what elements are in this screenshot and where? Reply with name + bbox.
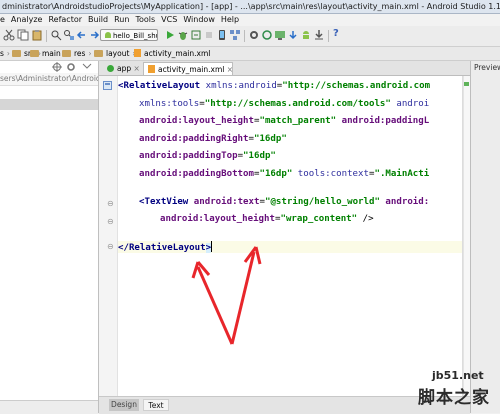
editor-bottom-bar: Design Text <box>99 396 470 414</box>
breadcrumb-item[interactable]: s › <box>0 47 10 60</box>
breadcrumb-item-res[interactable]: res › <box>62 47 91 60</box>
sdk-manager-icon[interactable] <box>287 29 299 41</box>
download-icon[interactable] <box>313 29 325 41</box>
run-configuration-label: hello_Bill_shuai <box>113 32 157 40</box>
xml-file-icon <box>148 65 155 73</box>
fold-marker-icon[interactable]: ⊖ <box>107 217 114 226</box>
run-icon[interactable] <box>164 29 176 41</box>
toolbar: hello_Bill_shuai ? <box>0 26 500 47</box>
preview-tab[interactable]: Preview <box>474 63 500 72</box>
toolbar-separator <box>328 30 329 42</box>
collapse-icon[interactable] <box>82 63 92 71</box>
code-line: xmlns:tools="http://schemas.android.com/… <box>139 99 430 109</box>
attach-debugger-icon[interactable] <box>190 29 202 41</box>
code-line: android:paddingTop="16dp" <box>139 151 276 161</box>
xml-file-icon <box>134 49 141 57</box>
folder-icon <box>12 50 21 57</box>
sync-gradle-icon[interactable] <box>261 29 273 41</box>
target-icon[interactable] <box>52 62 62 72</box>
no-errors-indicator <box>464 82 469 86</box>
code-line-current: </RelativeLayout> <box>118 241 213 253</box>
find-icon[interactable] <box>50 29 62 41</box>
chevron-right-icon: › <box>6 49 10 58</box>
breadcrumb-item-file[interactable]: activity_main.xml <box>134 47 210 60</box>
chevron-right-icon: › <box>88 49 92 58</box>
menu-analyze[interactable]: Analyze <box>11 14 43 26</box>
watermark-name: 脚本之家 <box>418 388 490 408</box>
android-icon <box>105 32 111 38</box>
cut-icon[interactable] <box>3 29 15 41</box>
back-arrow-icon[interactable] <box>76 29 88 41</box>
horizontal-scrollbar[interactable] <box>0 400 98 414</box>
layout-file-icon <box>103 81 112 90</box>
menu-bar: e Analyze Refactor Build Run Tools VCS Window He… <box>0 14 500 26</box>
close-icon[interactable]: × <box>134 64 140 73</box>
copy-icon[interactable] <box>17 29 29 41</box>
folder-icon <box>62 50 71 57</box>
selected-tree-row[interactable] <box>0 99 98 110</box>
menu-run[interactable]: Run <box>114 14 129 26</box>
close-icon[interactable]: × <box>227 65 233 74</box>
android-monitor-icon[interactable] <box>300 29 312 41</box>
editor-gutter: ⊖ ⊖ ⊖ <box>99 76 118 396</box>
code-line: <TextView android:text="@string/hello_wo… <box>139 197 430 207</box>
menu-help[interactable]: Help <box>221 14 239 26</box>
window-title: dministrator\AndroidstudioProjects\MyApp… <box>2 2 500 11</box>
forward-arrow-icon[interactable] <box>88 29 100 41</box>
menu-refactor[interactable]: Refactor <box>48 14 82 26</box>
project-path: sers\Administrator\Androids <box>0 73 98 86</box>
editor-tab-strip: app × activity_main.xml × <box>99 61 470 76</box>
fold-marker-icon[interactable]: ⊖ <box>107 199 114 208</box>
debug-icon[interactable] <box>177 29 189 41</box>
code-line: android:paddingBottom="16dp" tools:conte… <box>139 169 430 179</box>
toolbar-separator <box>244 30 245 42</box>
project-structure-icon[interactable] <box>229 29 241 41</box>
code-line: android:paddingRight="16dp" <box>139 134 287 144</box>
stop-icon[interactable] <box>203 29 215 41</box>
folder-icon <box>94 50 103 57</box>
app-module-icon <box>107 65 114 72</box>
help-icon[interactable]: ? <box>333 28 345 40</box>
tab-design[interactable]: Design <box>109 399 139 411</box>
code-line: <RelativeLayout xmlns:android="http://sc… <box>118 81 431 91</box>
menu-build[interactable]: Build <box>88 14 108 26</box>
menu-vcs[interactable]: VCS <box>161 14 177 26</box>
avd-manager-icon[interactable] <box>216 29 228 41</box>
text-caret <box>211 241 213 252</box>
menu-window[interactable]: Window <box>183 14 215 26</box>
toolbar-separator <box>46 30 47 42</box>
run-configuration-dropdown[interactable]: hello_Bill_shuai <box>100 29 158 41</box>
code-line: android:layout_height="match_parent" and… <box>139 116 430 126</box>
preview-panel <box>470 61 500 413</box>
code-line: android:layout_height="wrap_content" /> <box>160 214 374 224</box>
window-title-bar: dministrator\AndroidstudioProjects\MyApp… <box>0 0 500 14</box>
fold-marker-icon[interactable]: ⊖ <box>107 242 114 251</box>
tab-app[interactable]: app × <box>103 62 140 75</box>
folder-icon <box>30 50 39 57</box>
menu-tools[interactable]: Tools <box>135 14 155 26</box>
tab-text[interactable]: Text <box>143 399 169 411</box>
replace-icon[interactable] <box>63 29 75 41</box>
settings-icon[interactable] <box>248 29 260 41</box>
project-panel <box>0 61 99 413</box>
tab-activity-main-xml[interactable]: activity_main.xml × <box>143 62 233 75</box>
paste-icon[interactable] <box>31 29 43 41</box>
device-monitor-icon[interactable] <box>274 29 286 41</box>
breadcrumb: s› src› main› res› layout› activity_main… <box>0 47 500 61</box>
breadcrumb-item-layout[interactable]: layout› <box>94 47 135 60</box>
gear-icon[interactable] <box>66 62 76 72</box>
watermark-site: jb51.net <box>432 369 484 382</box>
menu-edit[interactable]: e <box>0 14 5 26</box>
